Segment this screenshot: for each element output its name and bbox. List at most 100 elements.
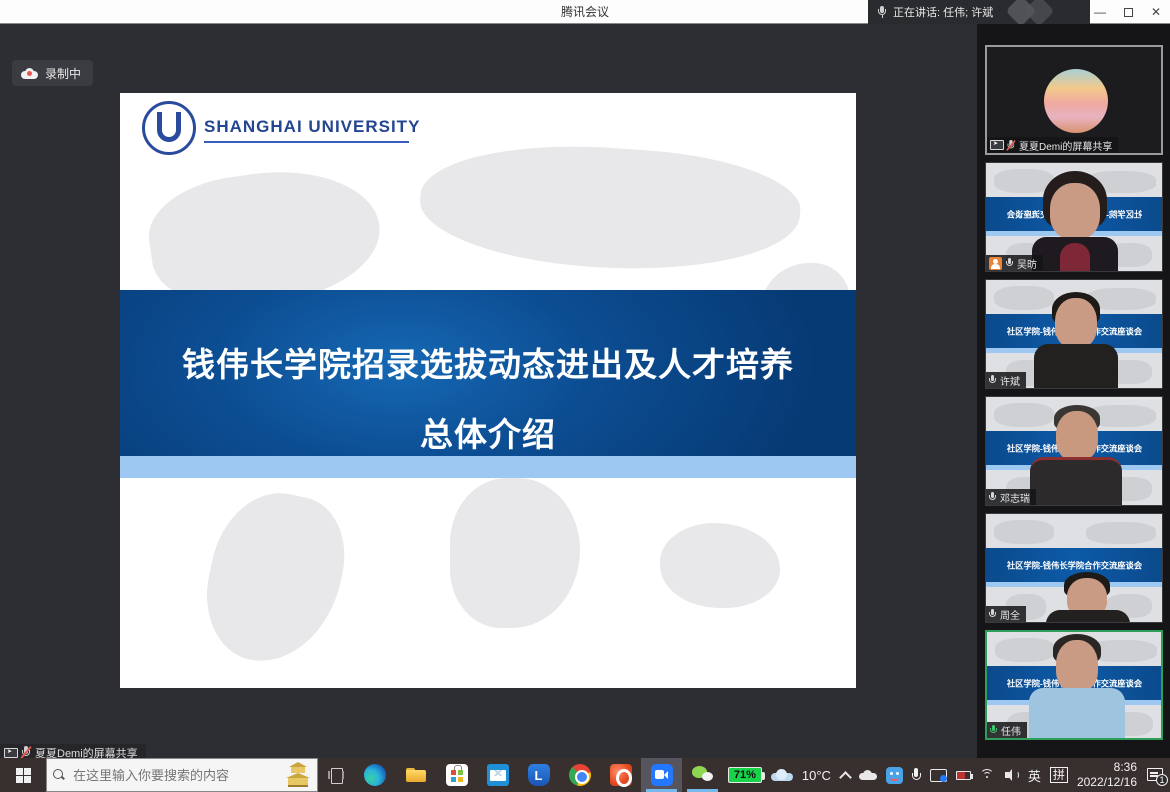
taskbar-app-lenovo-manager[interactable]: L [518, 758, 559, 792]
taskbar-app-edge[interactable] [354, 758, 395, 792]
mic-icon [1006, 258, 1013, 269]
logo-underline [204, 141, 409, 143]
virtual-bg-text: 社区学院-钱伟长学院合作交流座谈会 [1006, 559, 1141, 571]
screen-share-icon [4, 748, 16, 758]
restore-button[interactable] [1114, 0, 1142, 24]
participant-name: 周全 [1000, 607, 1020, 622]
search-icon [53, 769, 65, 781]
ime-pinyin-indicator[interactable]: 拼 [1050, 767, 1068, 783]
chrome-icon [569, 764, 591, 786]
speaking-indicator: 正在讲话: 任伟; 许斌 [868, 0, 1090, 24]
participant-tile[interactable]: 社区学院-钱伟长学院合作交流座谈会 任伟 [985, 630, 1163, 740]
edge-icon [364, 764, 386, 786]
tray-app-icon[interactable] [886, 767, 903, 784]
tencent-meeting-icon [651, 764, 673, 786]
speaking-label: 正在讲话: 任伟; 许斌 [893, 4, 993, 20]
clock[interactable]: 8:36 2022/12/16 [1077, 760, 1137, 790]
taskbar-app-wechat[interactable] [682, 758, 723, 792]
host-badge-icon [989, 257, 1002, 270]
window-titlebar: 腾讯会议 正在讲话: 任伟; 许斌 — ✕ [0, 0, 1170, 24]
task-view-icon [328, 768, 344, 782]
start-button[interactable] [0, 758, 46, 792]
mic-active-icon [990, 725, 997, 736]
system-tray: 71% 10°C 英 拼 8:36 2022/12/16 1 [728, 758, 1170, 792]
slide-title-line1: 钱伟长学院招录选拔动态进出及人才培养 [120, 338, 856, 386]
worldmap-shape [660, 523, 780, 608]
taskbar-app-tencent-meeting[interactable] [641, 758, 682, 792]
participant-label: 夏夏Demi的屏幕共享 [987, 137, 1118, 153]
tray-date-text: 2022/12/16 [1077, 775, 1137, 790]
file-explorer-icon [405, 764, 427, 786]
worldmap-shape [416, 135, 803, 281]
mic-icon [989, 492, 996, 503]
participant-tile[interactable]: 社区学院-钱伟长学院合作交流座谈会 邓志瑞 [985, 396, 1163, 506]
mic-icon [989, 375, 996, 386]
close-icon: ✕ [1151, 5, 1161, 19]
taskbar-app-office[interactable] [600, 758, 641, 792]
cloud-sync-icon[interactable] [859, 770, 877, 780]
battery-indicator[interactable]: 71% [728, 767, 762, 783]
volume-icon[interactable] [1005, 769, 1019, 781]
cloud-record-icon [21, 68, 38, 79]
tray-battery-icon[interactable] [956, 771, 971, 780]
tray-expand-icon[interactable] [840, 770, 850, 780]
search-input[interactable] [73, 768, 263, 783]
taskbar-app-store[interactable] [436, 758, 477, 792]
slide-title-line2: 总体介绍 [120, 408, 856, 456]
participants-sidebar: 夏夏Demi的屏幕共享 社区学院-钱伟长学院合作交流座谈会 [977, 24, 1170, 758]
office-icon [610, 764, 632, 786]
presentation-slide: SHANGHAI UNIVERSITY 钱伟长学院招录选拔动态进出及人才培养 总… [120, 93, 856, 688]
participant-label: 许斌 [986, 372, 1026, 388]
taskbar-app-chrome[interactable] [559, 758, 600, 792]
microsoft-store-icon [446, 764, 468, 786]
wifi-icon[interactable] [980, 769, 996, 781]
participant-label: 邓志瑞 [986, 489, 1036, 505]
tencent-meeting-window: 腾讯会议 正在讲话: 任伟; 许斌 — ✕ 录制中 [0, 0, 1170, 792]
windows-taskbar: L 71% 10°C 英 拼 8:36 2022/12/16 1 [0, 758, 1170, 792]
slide-title-banner: 钱伟长学院招录选拔动态进出及人才培养 总体介绍 [120, 290, 856, 456]
university-name: SHANGHAI UNIVERSITY [204, 117, 420, 137]
task-view-button[interactable] [318, 758, 354, 792]
avatar [1044, 69, 1108, 133]
taskbar-pinned-apps: L [354, 758, 723, 792]
participant-tile[interactable]: 社区学院-钱伟长学院合作交流座谈会 许斌 [985, 279, 1163, 389]
lenovo-manager-icon: L [528, 764, 550, 786]
participant-name: 邓志瑞 [1000, 490, 1030, 505]
university-logo: SHANGHAI UNIVERSITY [126, 101, 426, 163]
close-button[interactable]: ✕ [1142, 0, 1170, 24]
participant-tile-screenshare[interactable]: 夏夏Demi的屏幕共享 [985, 45, 1163, 155]
tray-time-text: 8:36 [1077, 760, 1137, 775]
recording-chip[interactable]: 录制中 [12, 60, 93, 86]
taskbar-app-mail[interactable] [477, 758, 518, 792]
notification-badge: 1 [1156, 774, 1168, 786]
tray-mic-icon[interactable] [912, 768, 921, 783]
minimize-button[interactable]: — [1086, 0, 1114, 24]
minimize-icon: — [1094, 5, 1106, 19]
mail-icon [487, 764, 509, 786]
windows-logo-icon [16, 768, 31, 783]
participant-label: 周全 [986, 606, 1026, 622]
search-highlight-temple-icon[interactable] [283, 762, 313, 789]
weather-cloud-icon[interactable] [771, 769, 793, 781]
worldmap-shape [450, 478, 580, 628]
window-controls: — ✕ [1086, 0, 1170, 24]
action-center-icon[interactable]: 1 [1146, 767, 1164, 783]
participant-name: 任伟 [1001, 723, 1021, 738]
mic-icon [878, 6, 886, 18]
wechat-icon [692, 764, 714, 786]
taskbar-app-file-explorer[interactable] [395, 758, 436, 792]
tray-screenshare-icon[interactable] [930, 768, 947, 782]
weather-temperature[interactable]: 10°C [802, 768, 831, 783]
university-seal-icon [142, 101, 196, 155]
participant-label: 任伟 [987, 722, 1027, 738]
participant-label: 吴昉 [986, 255, 1043, 271]
muted-mic-icon [1007, 139, 1015, 150]
participant-name: 吴昉 [1017, 256, 1037, 271]
mic-icon [989, 609, 996, 620]
battery-percent: 71% [734, 769, 756, 781]
screen-share-icon [990, 140, 1002, 150]
participant-tile[interactable]: 社区学院-钱伟长学院合作交流座谈会 吴昉 [985, 162, 1163, 272]
ime-language-indicator[interactable]: 英 [1028, 766, 1041, 785]
taskbar-search-box[interactable] [46, 758, 318, 792]
participant-tile[interactable]: 社区学院-钱伟长学院合作交流座谈会 周全 [985, 513, 1163, 623]
